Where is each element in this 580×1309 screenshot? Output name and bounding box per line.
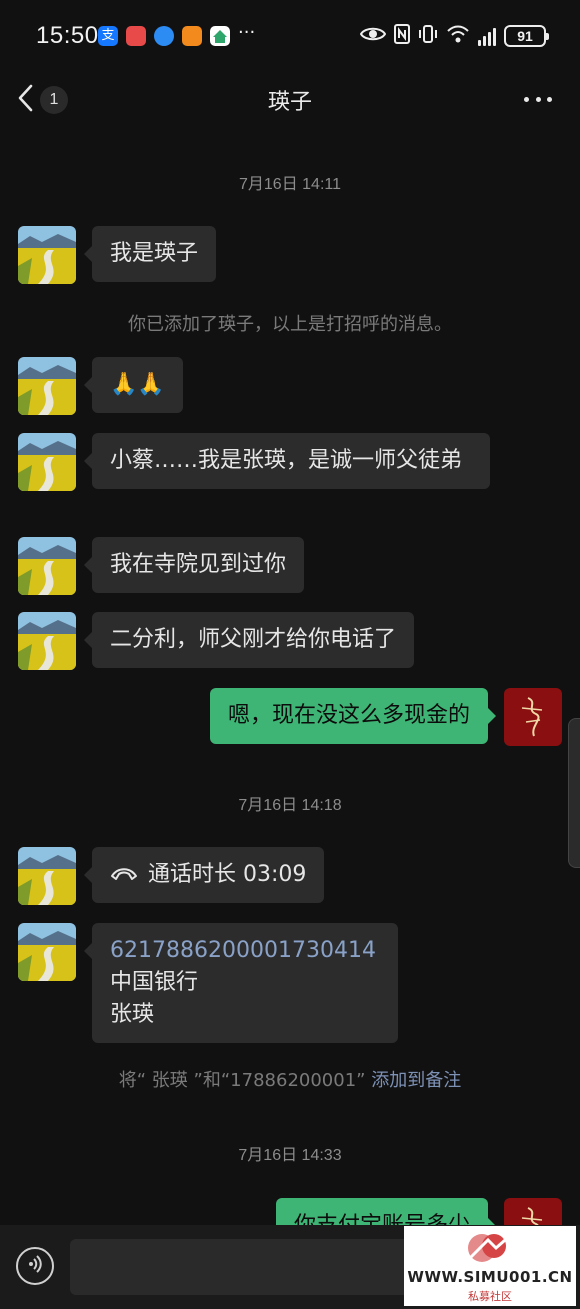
message-text: 我是瑛子 bbox=[110, 241, 199, 266]
dot-icon bbox=[535, 96, 541, 102]
signal-icon bbox=[478, 26, 496, 46]
contact-avatar[interactable] bbox=[18, 537, 76, 595]
message-text: 二分利，师父刚才给你电话了 bbox=[110, 627, 397, 652]
contact-avatar[interactable] bbox=[18, 612, 76, 670]
status-more-indicator: ··· bbox=[238, 22, 256, 43]
timestamp: 7月16日 14:33 bbox=[238, 1147, 342, 1164]
sent-message-bubble[interactable]: 你支付宝账号多少 bbox=[275, 1198, 497, 1225]
status-bar: 15:50 支 ··· 91 bbox=[0, 0, 580, 72]
message-list[interactable]: 7月16日 14:11 我是瑛子 你已添加了瑛子，以上是打招呼的消息。 🙏🙏 小… bbox=[0, 128, 580, 1225]
orange-app-icon bbox=[182, 26, 202, 46]
remark-note-text: 将“ 张瑛 ”和“17886200001” bbox=[118, 1070, 372, 1091]
red-app-icon bbox=[126, 26, 146, 46]
contact-avatar[interactable] bbox=[18, 226, 76, 284]
bank-name-text: 中国银行 bbox=[110, 970, 199, 995]
contact-avatar[interactable] bbox=[18, 847, 76, 905]
timestamp: 7月16日 14:11 bbox=[239, 176, 341, 193]
received-message-bubble[interactable]: 我是瑛子 bbox=[83, 226, 217, 282]
more-options-button[interactable] bbox=[518, 84, 558, 114]
bank-card-number-link[interactable]: 6217886200001730414 bbox=[110, 935, 380, 967]
my-avatar[interactable] bbox=[504, 1198, 562, 1225]
message-input[interactable] bbox=[70, 1239, 410, 1295]
account-holder-text: 张瑛 bbox=[110, 1002, 155, 1027]
call-duration-text: 通话时长 03:09 bbox=[148, 862, 307, 887]
eye-icon bbox=[359, 25, 387, 47]
contact-avatar[interactable] bbox=[18, 923, 76, 981]
message-text: 小蔡……我是张瑛，是诚一师父徒弟 bbox=[110, 448, 463, 473]
received-message-bubble[interactable]: 🙏🙏 bbox=[84, 357, 183, 413]
contact-avatar[interactable] bbox=[18, 357, 76, 415]
dot-icon bbox=[524, 96, 529, 102]
nfc-icon bbox=[394, 24, 410, 48]
received-message-bubble[interactable]: 二分利，师父刚才给你电话了 bbox=[83, 612, 415, 668]
message-app-icon bbox=[154, 26, 174, 46]
message-text: 🙏🙏 bbox=[110, 372, 165, 397]
battery-icon: 91 bbox=[504, 25, 549, 47]
watermark: WWW.SIMU001.CN 私募社区 bbox=[404, 1226, 576, 1306]
contact-avatar[interactable] bbox=[18, 433, 76, 491]
add-to-remark-link[interactable]: 添加到备注 bbox=[371, 1070, 461, 1091]
side-scroll-handle[interactable] bbox=[568, 718, 580, 868]
call-record-bubble[interactable]: 通话时长 03:09 bbox=[83, 847, 325, 903]
system-note-added: 你已添加了瑛子，以上是打招呼的消息。 bbox=[128, 314, 452, 335]
status-icons: 91 bbox=[359, 22, 549, 50]
received-message-bubble[interactable]: 6217886200001730414 中国银行 张瑛 bbox=[84, 923, 398, 1043]
green-home-app-icon bbox=[210, 26, 230, 46]
alipay-icon: 支 bbox=[98, 26, 118, 46]
phone-hangup-icon bbox=[110, 859, 138, 891]
message-text: 嗯，现在没这么多现金的 bbox=[227, 703, 470, 728]
sent-message-bubble[interactable]: 嗯，现在没这么多现金的 bbox=[209, 688, 497, 744]
watermark-text: WWW.SIMU001.CN bbox=[407, 1268, 573, 1286]
status-time: 15:50 bbox=[36, 22, 99, 49]
voice-icon bbox=[25, 1254, 45, 1278]
vibrate-icon bbox=[418, 24, 438, 48]
message-text: 你支付宝账号多少 bbox=[294, 1213, 470, 1225]
timestamp: 7月16日 14:18 bbox=[238, 797, 342, 814]
message-text: 我在寺院见到过你 bbox=[110, 552, 287, 577]
my-avatar[interactable] bbox=[504, 688, 562, 746]
received-message-bubble[interactable]: 我在寺院见到过你 bbox=[83, 537, 305, 593]
page-title: 瑛子 bbox=[267, 90, 312, 115]
chat-header: 1 瑛子 bbox=[0, 72, 580, 128]
voice-input-button[interactable] bbox=[16, 1247, 54, 1285]
received-message-bubble[interactable]: 小蔡……我是张瑛，是诚一师父徒弟 bbox=[84, 433, 490, 489]
wifi-icon bbox=[446, 24, 470, 48]
dot-icon bbox=[547, 96, 552, 102]
system-note-remark: 将“ 张瑛 ”和“17886200001” 添加到备注 bbox=[0, 1066, 580, 1092]
battery-level: 91 bbox=[517, 28, 533, 44]
watermark-subtext: 私募社区 bbox=[468, 1290, 512, 1303]
watermark-logo-icon bbox=[460, 1230, 520, 1270]
